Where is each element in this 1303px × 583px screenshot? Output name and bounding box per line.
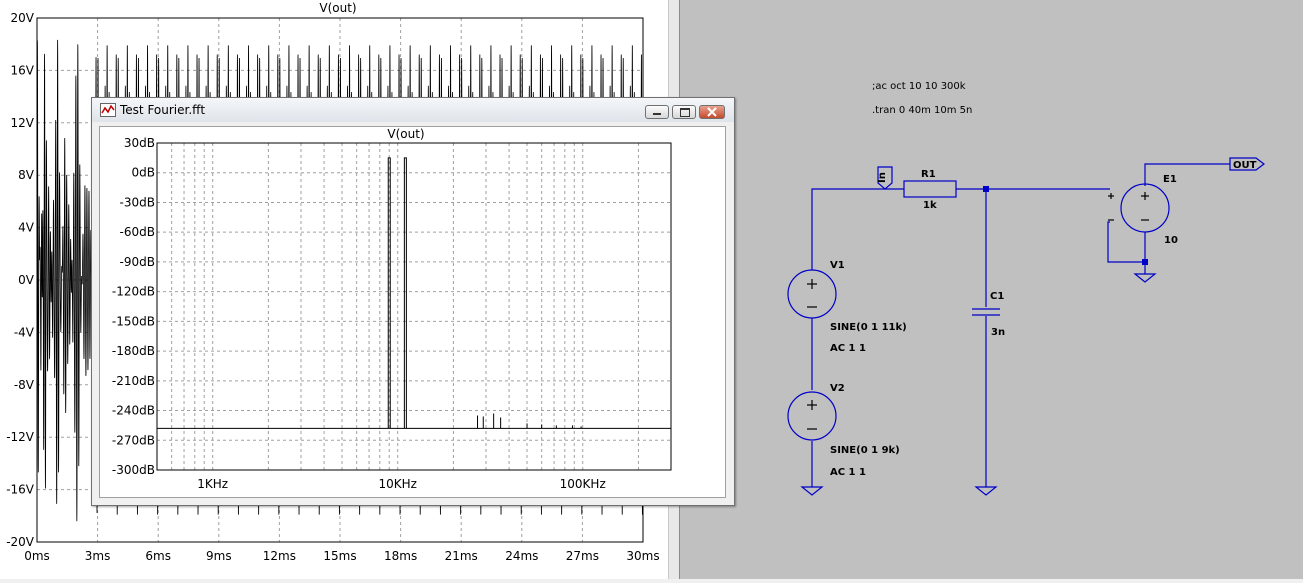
schematic-canvas[interactable]: ;ac oct 10 10 300k .tran 0 40m 10m 5n In…	[680, 0, 1303, 579]
maximize-icon	[680, 108, 690, 117]
wire-out[interactable]	[1144, 163, 1230, 186]
fft-window-titlebar[interactable]: Test Fourier.fft	[92, 98, 734, 122]
spectral-peak	[403, 157, 407, 429]
net-label-in[interactable]: In	[877, 172, 888, 183]
x-tick-label: 10KHz	[378, 477, 416, 491]
v2-source[interactable]: SINE(0 1 9k)	[830, 445, 900, 456]
y-tick-label: -90dB	[120, 255, 155, 269]
y-tick-label: -30dB	[120, 195, 155, 209]
x-tick-label: 24ms	[505, 549, 538, 563]
fft-trace	[157, 157, 671, 429]
fft-window-title: Test Fourier.fft	[120, 103, 206, 117]
ac-directive[interactable]: ;ac oct 10 10 300k	[872, 81, 966, 92]
ground-c1	[974, 486, 998, 496]
v1-name[interactable]: V1	[830, 260, 845, 271]
fft-plot-area[interactable]: V(out) 30dB 0dB -30dB -60dB -90dB -120dB -150d…	[99, 126, 726, 498]
c1-value[interactable]: 3n	[991, 327, 1005, 338]
v2-name[interactable]: V2	[830, 383, 845, 394]
y-tick-label: 4V	[18, 221, 35, 235]
x-tick-label: 12ms	[263, 549, 296, 563]
y-tick-label: 0dB	[132, 166, 155, 180]
x-tick-label: 100KHz	[560, 477, 606, 491]
e1-symbol[interactable]	[1120, 183, 1170, 233]
x-tick-label: 15ms	[323, 549, 356, 563]
minimize-icon	[653, 113, 661, 115]
y-tick-label: -270dB	[112, 433, 155, 447]
y-tick-label: -8V	[14, 378, 35, 392]
y-tick-label: 0V	[18, 273, 35, 287]
y-tick-label: -20V	[6, 535, 35, 549]
y-tick-label: -4V	[14, 325, 35, 339]
x-tick-label: 1KHz	[197, 477, 228, 491]
y-tick-label: -210dB	[112, 374, 155, 388]
y-tick-label: 20V	[11, 11, 35, 25]
tran-directive[interactable]: .tran 0 40m 10m 5n	[872, 105, 972, 116]
y-tick-label: -16V	[6, 483, 35, 497]
junction-dot	[1142, 259, 1148, 265]
v2-ac[interactable]: AC 1 1	[830, 467, 866, 478]
waveform-icon	[100, 103, 116, 117]
maximize-button[interactable]	[672, 105, 696, 119]
junction-dot	[983, 186, 989, 192]
wire-in[interactable]	[811, 188, 904, 270]
transient-plot-title: V(out)	[319, 1, 356, 15]
fft-grid	[157, 143, 671, 470]
e1-name[interactable]: E1	[1163, 174, 1177, 185]
close-icon	[707, 107, 717, 117]
c1-name[interactable]: C1	[990, 291, 1004, 302]
y-tick-label: 16V	[11, 63, 35, 77]
x-tick-label: 6ms	[145, 549, 171, 563]
fft-window[interactable]: Test Fourier.fft V(out) 30dB 0dB -30dB -60d…	[91, 97, 735, 506]
y-tick-label: 8V	[18, 168, 35, 182]
v1-source[interactable]: SINE(0 1 11k)	[830, 322, 907, 333]
y-tick-label: -60dB	[120, 225, 155, 239]
close-button[interactable]	[699, 105, 725, 119]
y-tick-label: -180dB	[112, 344, 155, 358]
y-tick-label: 30dB	[124, 136, 155, 150]
ground-v2	[800, 486, 824, 496]
x-tick-label: 0ms	[24, 549, 50, 563]
e1-value[interactable]: 10	[1164, 235, 1178, 246]
y-tick-label: 12V	[11, 116, 35, 130]
net-label-out[interactable]: OUT	[1233, 160, 1257, 171]
x-tick-label: 30ms	[626, 549, 659, 563]
v1-ac[interactable]: AC 1 1	[830, 343, 866, 354]
schematic-pane[interactable]: ;ac oct 10 10 300k .tran 0 40m 10m 5n In…	[680, 0, 1303, 579]
x-tick-label: 21ms	[445, 549, 478, 563]
r1-value[interactable]: 1k	[923, 200, 937, 211]
wire-e1-neg[interactable]	[1107, 221, 1146, 263]
y-tick-label: -12V	[6, 430, 35, 444]
fft-plot-title: V(out)	[387, 127, 424, 141]
fft-plot-frame	[156, 142, 672, 471]
minimize-button[interactable]	[645, 105, 669, 119]
x-tick-label: 18ms	[384, 549, 417, 563]
y-tick-label: -300dB	[112, 463, 155, 477]
v1-symbol[interactable]	[787, 269, 837, 319]
y-tick-label: -120dB	[112, 285, 155, 299]
fft-plot[interactable]: V(out) 30dB 0dB -30dB -60dB -90dB -120dB -150d…	[100, 127, 725, 497]
x-tick-label: 3ms	[85, 549, 111, 563]
x-tick-label: 27ms	[566, 549, 599, 563]
r1-name[interactable]: R1	[921, 169, 936, 180]
v2-symbol[interactable]	[787, 391, 837, 441]
r1-symbol[interactable]	[903, 180, 957, 198]
ground-e1	[1133, 273, 1157, 283]
x-tick-label: 9ms	[206, 549, 232, 563]
y-tick-label: -240dB	[112, 404, 155, 418]
y-tick-label: -150dB	[112, 314, 155, 328]
